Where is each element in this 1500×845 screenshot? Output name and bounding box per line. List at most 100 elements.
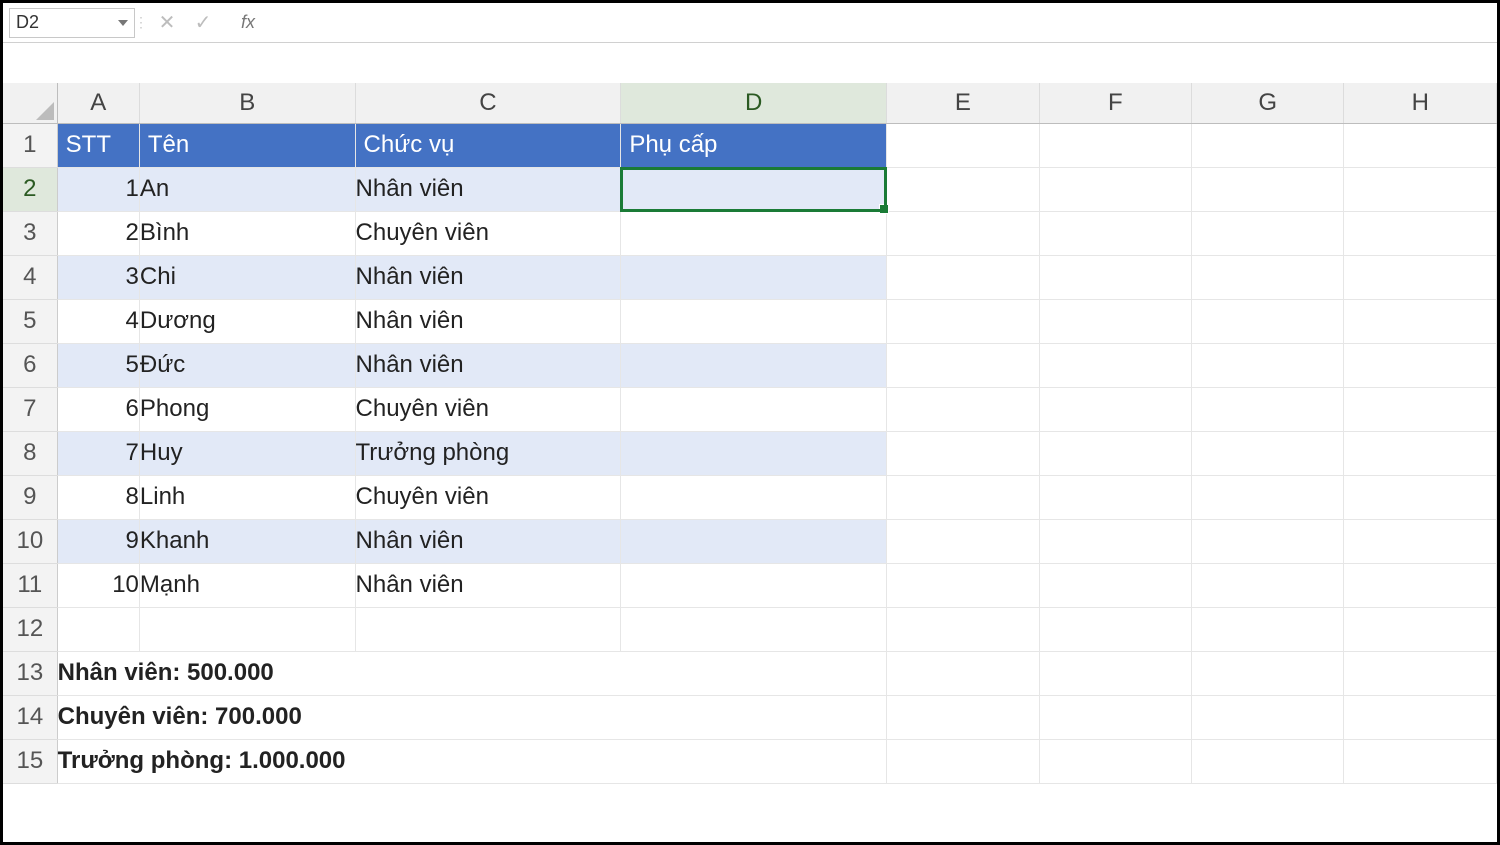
col-header-d[interactable]: D bbox=[621, 83, 887, 123]
cancel-icon[interactable]: ✕ bbox=[157, 10, 177, 35]
cell-d3[interactable] bbox=[621, 211, 887, 255]
cell-a7[interactable]: 6 bbox=[57, 387, 139, 431]
spreadsheet-grid[interactable]: A B C D E F G H 1 STT Tên Chức vụ Phụ cấ… bbox=[3, 83, 1497, 784]
cell-e11[interactable] bbox=[887, 563, 1039, 607]
cell-h9[interactable] bbox=[1344, 475, 1497, 519]
cell-h4[interactable] bbox=[1344, 255, 1497, 299]
cell-e8[interactable] bbox=[887, 431, 1039, 475]
col-header-a[interactable]: A bbox=[57, 83, 139, 123]
cell-f9[interactable] bbox=[1039, 475, 1191, 519]
cell-a8[interactable]: 7 bbox=[57, 431, 139, 475]
row-header-6[interactable]: 6 bbox=[3, 343, 57, 387]
cell-e3[interactable] bbox=[887, 211, 1039, 255]
cell-e13[interactable] bbox=[887, 651, 1039, 695]
row-header-11[interactable]: 11 bbox=[3, 563, 57, 607]
cell-h8[interactable] bbox=[1344, 431, 1497, 475]
cell-b6[interactable]: Đức bbox=[139, 343, 355, 387]
cell-f3[interactable] bbox=[1039, 211, 1191, 255]
cell-d2[interactable] bbox=[621, 167, 887, 211]
cell-e15[interactable] bbox=[887, 739, 1039, 783]
row-header-4[interactable]: 4 bbox=[3, 255, 57, 299]
enter-icon[interactable]: ✓ bbox=[193, 10, 213, 35]
cell-g2[interactable] bbox=[1192, 167, 1344, 211]
cell-d5[interactable] bbox=[621, 299, 887, 343]
cell-c11[interactable]: Nhân viên bbox=[355, 563, 621, 607]
cell-d4[interactable] bbox=[621, 255, 887, 299]
cell-f10[interactable] bbox=[1039, 519, 1191, 563]
cell-g4[interactable] bbox=[1192, 255, 1344, 299]
cell-g5[interactable] bbox=[1192, 299, 1344, 343]
cell-e4[interactable] bbox=[887, 255, 1039, 299]
row-header-12[interactable]: 12 bbox=[3, 607, 57, 651]
cell-b4[interactable]: Chi bbox=[139, 255, 355, 299]
cell-a12[interactable] bbox=[57, 607, 139, 651]
cell-h12[interactable] bbox=[1344, 607, 1497, 651]
row-header-5[interactable]: 5 bbox=[3, 299, 57, 343]
row-header-13[interactable]: 13 bbox=[3, 651, 57, 695]
cell-c4[interactable]: Nhân viên bbox=[355, 255, 621, 299]
select-all-corner[interactable] bbox=[3, 83, 57, 123]
cell-c9[interactable]: Chuyên viên bbox=[355, 475, 621, 519]
cell-c1[interactable]: Chức vụ bbox=[355, 123, 621, 167]
cell-h5[interactable] bbox=[1344, 299, 1497, 343]
col-header-b[interactable]: B bbox=[139, 83, 355, 123]
row-header-15[interactable]: 15 bbox=[3, 739, 57, 783]
col-header-h[interactable]: H bbox=[1344, 83, 1497, 123]
cell-g12[interactable] bbox=[1192, 607, 1344, 651]
cell-a14[interactable]: Chuyên viên: 700.000 bbox=[57, 695, 886, 739]
cell-c6[interactable]: Nhân viên bbox=[355, 343, 621, 387]
cell-g8[interactable] bbox=[1192, 431, 1344, 475]
col-header-g[interactable]: G bbox=[1192, 83, 1344, 123]
cell-f5[interactable] bbox=[1039, 299, 1191, 343]
cell-b7[interactable]: Phong bbox=[139, 387, 355, 431]
row-header-1[interactable]: 1 bbox=[3, 123, 57, 167]
cell-f12[interactable] bbox=[1039, 607, 1191, 651]
cell-h2[interactable] bbox=[1344, 167, 1497, 211]
col-header-f[interactable]: F bbox=[1039, 83, 1191, 123]
cell-a3[interactable]: 2 bbox=[57, 211, 139, 255]
cell-g6[interactable] bbox=[1192, 343, 1344, 387]
cell-g15[interactable] bbox=[1192, 739, 1344, 783]
cell-h7[interactable] bbox=[1344, 387, 1497, 431]
cell-e6[interactable] bbox=[887, 343, 1039, 387]
cell-a4[interactable]: 3 bbox=[57, 255, 139, 299]
cell-h6[interactable] bbox=[1344, 343, 1497, 387]
cell-h1[interactable] bbox=[1344, 123, 1497, 167]
row-header-8[interactable]: 8 bbox=[3, 431, 57, 475]
col-header-e[interactable]: E bbox=[887, 83, 1039, 123]
name-box[interactable]: D2 bbox=[9, 8, 135, 38]
cell-e10[interactable] bbox=[887, 519, 1039, 563]
cell-f13[interactable] bbox=[1039, 651, 1191, 695]
cell-f6[interactable] bbox=[1039, 343, 1191, 387]
cell-g7[interactable] bbox=[1192, 387, 1344, 431]
cell-c3[interactable]: Chuyên viên bbox=[355, 211, 621, 255]
cell-e7[interactable] bbox=[887, 387, 1039, 431]
cell-c10[interactable]: Nhân viên bbox=[355, 519, 621, 563]
formula-input[interactable] bbox=[267, 8, 1491, 38]
cell-a10[interactable]: 9 bbox=[57, 519, 139, 563]
cell-a5[interactable]: 4 bbox=[57, 299, 139, 343]
cell-b2[interactable]: An bbox=[139, 167, 355, 211]
cell-b11[interactable]: Mạnh bbox=[139, 563, 355, 607]
cell-c8[interactable]: Trưởng phòng bbox=[355, 431, 621, 475]
cell-d10[interactable] bbox=[621, 519, 887, 563]
cell-e14[interactable] bbox=[887, 695, 1039, 739]
cell-b12[interactable] bbox=[139, 607, 355, 651]
cell-a9[interactable]: 8 bbox=[57, 475, 139, 519]
cell-b3[interactable]: Bình bbox=[139, 211, 355, 255]
cell-b5[interactable]: Dương bbox=[139, 299, 355, 343]
cell-b8[interactable]: Huy bbox=[139, 431, 355, 475]
row-header-3[interactable]: 3 bbox=[3, 211, 57, 255]
chevron-down-icon[interactable] bbox=[118, 20, 128, 26]
cell-f8[interactable] bbox=[1039, 431, 1191, 475]
cell-f4[interactable] bbox=[1039, 255, 1191, 299]
cell-b10[interactable]: Khanh bbox=[139, 519, 355, 563]
cell-d11[interactable] bbox=[621, 563, 887, 607]
cell-a15[interactable]: Trưởng phòng: 1.000.000 bbox=[57, 739, 886, 783]
cell-h15[interactable] bbox=[1344, 739, 1497, 783]
cell-b9[interactable]: Linh bbox=[139, 475, 355, 519]
cell-h11[interactable] bbox=[1344, 563, 1497, 607]
cell-d12[interactable] bbox=[621, 607, 887, 651]
cell-g14[interactable] bbox=[1192, 695, 1344, 739]
col-header-c[interactable]: C bbox=[355, 83, 621, 123]
